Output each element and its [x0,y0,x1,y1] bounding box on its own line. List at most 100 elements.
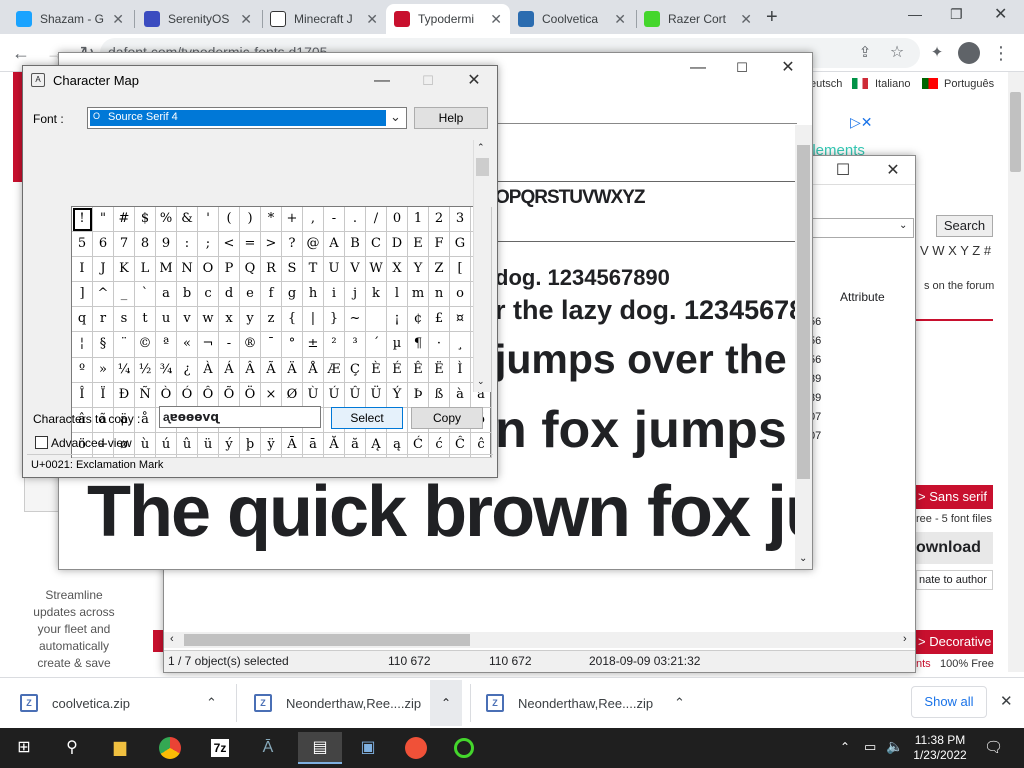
character-cell[interactable]: D [387,232,408,258]
character-cell[interactable]: e [240,282,261,308]
clock[interactable]: 11:38 PM 1/23/2022 [912,733,968,763]
chevron-up-icon[interactable]: ⌃ [674,695,685,711]
download-item[interactable]: Zcoolvetica.zip ⌃ [20,678,230,728]
restore-button[interactable]: ❐ [950,6,963,23]
grid-scroll-thumb[interactable] [476,158,489,176]
character-cell[interactable]: K [114,257,135,283]
character-cell[interactable]: s [114,307,135,333]
chevron-down-icon[interactable]: ⌄ [390,109,401,125]
character-cell[interactable]: ³ [345,332,366,358]
character-cell[interactable]: ~ [345,307,366,333]
character-cell[interactable]: Þ [408,382,429,408]
character-cell[interactable]: M [156,257,177,283]
character-cell[interactable]: E [408,232,429,258]
preview-close-button[interactable]: ✕ [765,53,811,83]
character-cell[interactable]: Ö [240,382,261,408]
character-cell[interactable]: f [261,282,282,308]
character-cell[interactable]: ' [198,207,219,233]
character-cell[interactable]: * [261,207,282,233]
character-cell[interactable]: B [345,232,366,258]
character-cell[interactable]: o [450,282,471,308]
character-cell[interactable]: ¶ [408,332,429,358]
character-cell[interactable]: Ñ [135,382,156,408]
character-cell[interactable]: ¨ [114,332,135,358]
character-cell[interactable]: Ú [324,382,345,408]
character-cell[interactable]: Q [240,257,261,283]
character-cell[interactable]: Ø [282,382,303,408]
character-cell[interactable]: Æ [324,357,345,383]
character-cell[interactable]: 0 [387,207,408,233]
character-map-task-icon[interactable]: ▤ [298,732,342,764]
character-cell[interactable]: g [282,282,303,308]
character-cell[interactable]: l [387,282,408,308]
character-cell[interactable]: ß [429,382,450,408]
character-cell[interactable] [366,307,387,333]
character-cell[interactable]: b [177,282,198,308]
preview-maximize-button[interactable]: ☐ [719,53,765,83]
donate-button[interactable]: nate to author [916,570,993,590]
volume-icon[interactable]: 🔈 [886,738,903,755]
archive-hscroll-thumb[interactable] [184,634,470,646]
network-icon[interactable]: ▭ [864,739,876,755]
character-cell[interactable]: k [366,282,387,308]
character-cell[interactable]: Ü [366,382,387,408]
advanced-view-checkbox[interactable] [35,436,48,449]
character-cell[interactable]: - [219,332,240,358]
character-cell[interactable]: Ì [450,357,471,383]
scroll-left-icon[interactable]: ‹ [170,633,174,645]
character-cell[interactable]: » [93,357,114,383]
page-scrollbar-thumb[interactable] [1010,92,1021,172]
close-icon[interactable]: ✕ [366,11,378,28]
character-cell[interactable]: O [198,257,219,283]
preview-minimize-button[interactable]: — [675,53,721,83]
character-cell[interactable]: × [261,382,282,408]
character-cell[interactable]: & [177,207,198,233]
character-cell[interactable]: º [72,357,93,383]
character-cell[interactable]: § [93,332,114,358]
character-cell[interactable]: R [261,257,282,283]
character-cell[interactable]: Ã [261,357,282,383]
star-icon[interactable]: ☆ [884,40,910,66]
character-cell[interactable]: N [177,257,198,283]
character-cell[interactable]: _ [114,282,135,308]
character-cell[interactable]: Ê [408,357,429,383]
character-cell[interactable]: ` [135,282,156,308]
scroll-up-icon[interactable]: ⌃ [477,142,485,153]
lang-deutsch[interactable]: eutsch [810,78,842,90]
character-cell[interactable]: 7 [114,232,135,258]
preview-scroll-thumb[interactable] [797,145,810,479]
character-cell[interactable]: S [282,257,303,283]
character-cell[interactable]: { [282,307,303,333]
cmap-close-button[interactable]: ✕ [451,66,497,96]
character-cell[interactable]: ^ [93,282,114,308]
close-icon[interactable]: ✕ [490,11,502,28]
character-cell[interactable]: 5 [72,232,93,258]
character-cell[interactable]: ! [72,207,93,233]
character-cell[interactable]: ¯ [261,332,282,358]
grid-scrollbar[interactable]: ⌃ ⌄ [473,140,491,392]
character-cell[interactable]: ° [282,332,303,358]
razer-app-icon[interactable] [448,732,480,764]
character-cell[interactable]: G [450,232,471,258]
search-button[interactable]: Search [936,215,993,237]
scroll-down-icon[interactable]: ⌄ [799,553,807,564]
character-cell[interactable]: J [93,257,114,283]
character-cell[interactable]: Î [72,382,93,408]
character-cell[interactable]: T [303,257,324,283]
tab-shazam[interactable]: Shazam - G ✕ [8,4,132,34]
character-cell[interactable]: É [387,357,408,383]
character-cell[interactable]: # [114,207,135,233]
swift-icon[interactable] [400,732,432,764]
forum-text[interactable]: s on the forum [924,280,994,292]
character-cell[interactable]: Ý [387,382,408,408]
character-cell[interactable]: Á [219,357,240,383]
tab-typodermic[interactable]: Typodermi ✕ [386,4,510,34]
character-cell[interactable]: r [93,307,114,333]
character-cell[interactable]: Ô [198,382,219,408]
category-sans-serif[interactable]: > Sans serif [916,485,993,509]
show-all-button[interactable]: Show all [911,686,987,718]
character-cell[interactable]: / [366,207,387,233]
character-cell[interactable]: h [303,282,324,308]
character-cell[interactable]: Ò [156,382,177,408]
file-explorer-icon[interactable]: ▆ [104,732,136,764]
